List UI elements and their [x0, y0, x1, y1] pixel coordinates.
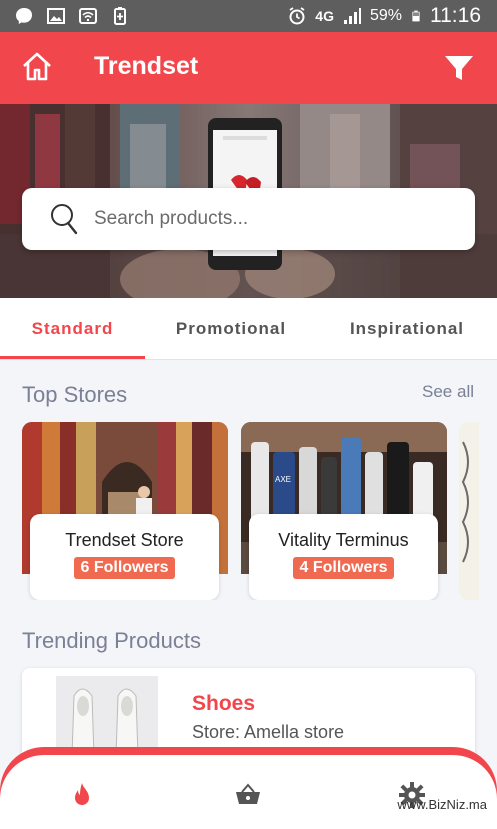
- store-image: [459, 422, 479, 600]
- app-title: Trendset: [94, 52, 199, 80]
- product-store: Store: Amella store: [192, 722, 345, 742]
- store-card[interactable]: Trendset Store 6 Followers: [22, 422, 228, 600]
- flame-icon[interactable]: [68, 781, 96, 809]
- watermark: www.BizNiz.ma: [397, 797, 487, 812]
- battery-saver-icon: [114, 7, 126, 25]
- see-all-link[interactable]: See all: [422, 382, 474, 402]
- store-name: Vitality Terminus: [278, 530, 409, 550]
- tab-inspirational[interactable]: Inspirational: [336, 298, 478, 360]
- top-stores-title: Top Stores: [22, 382, 128, 407]
- status-left-icons: [14, 6, 130, 26]
- store-info: Trendset Store 6 Followers: [30, 514, 219, 600]
- status-bar: 4G 59% 11:16: [0, 0, 497, 32]
- basket-icon[interactable]: [234, 781, 262, 809]
- messenger-icon: [16, 8, 32, 24]
- store-card[interactable]: AXE Vitality Terminus 4 Followers: [241, 422, 447, 600]
- wifi-icon: [79, 8, 97, 24]
- active-tab-indicator: [0, 356, 145, 359]
- tab-standard[interactable]: Standard: [0, 298, 145, 360]
- store-name: Trendset Store: [65, 530, 184, 550]
- network-type: 4G: [315, 8, 334, 24]
- search-icon: [51, 204, 78, 235]
- clock: 11:16: [430, 4, 481, 27]
- tab-promotional[interactable]: Promotional: [160, 298, 302, 360]
- svg-text:AXE: AXE: [275, 475, 291, 484]
- home-icon[interactable]: [20, 50, 54, 84]
- search-box[interactable]: [22, 188, 475, 250]
- followers-badge: 6 Followers: [74, 557, 175, 579]
- hero-banner: [0, 104, 497, 298]
- status-right: 4G 59% 11:16: [287, 4, 481, 28]
- category-tabs: Standard Promotional Inspirational: [0, 298, 497, 360]
- bottom-navigation: www.BizNiz.ma: [0, 747, 497, 829]
- alarm-icon: [289, 7, 305, 25]
- store-card-peek[interactable]: [459, 422, 479, 600]
- battery-level: 59%: [369, 7, 402, 24]
- product-name: Shoes: [192, 692, 256, 715]
- followers-badge: 4 Followers: [293, 557, 394, 579]
- gallery-icon: [47, 8, 65, 24]
- app-bar: Trendset: [0, 32, 497, 104]
- filter-icon[interactable]: [443, 52, 475, 84]
- trending-products-title: Trending Products: [22, 628, 201, 653]
- store-info: Vitality Terminus 4 Followers: [249, 514, 438, 600]
- search-input[interactable]: [94, 188, 454, 250]
- bottom-navigation-panel: www.BizNiz.ma: [0, 755, 497, 829]
- product-image: [56, 676, 158, 756]
- battery-icon: [412, 10, 420, 22]
- signal-icon: [343, 8, 361, 24]
